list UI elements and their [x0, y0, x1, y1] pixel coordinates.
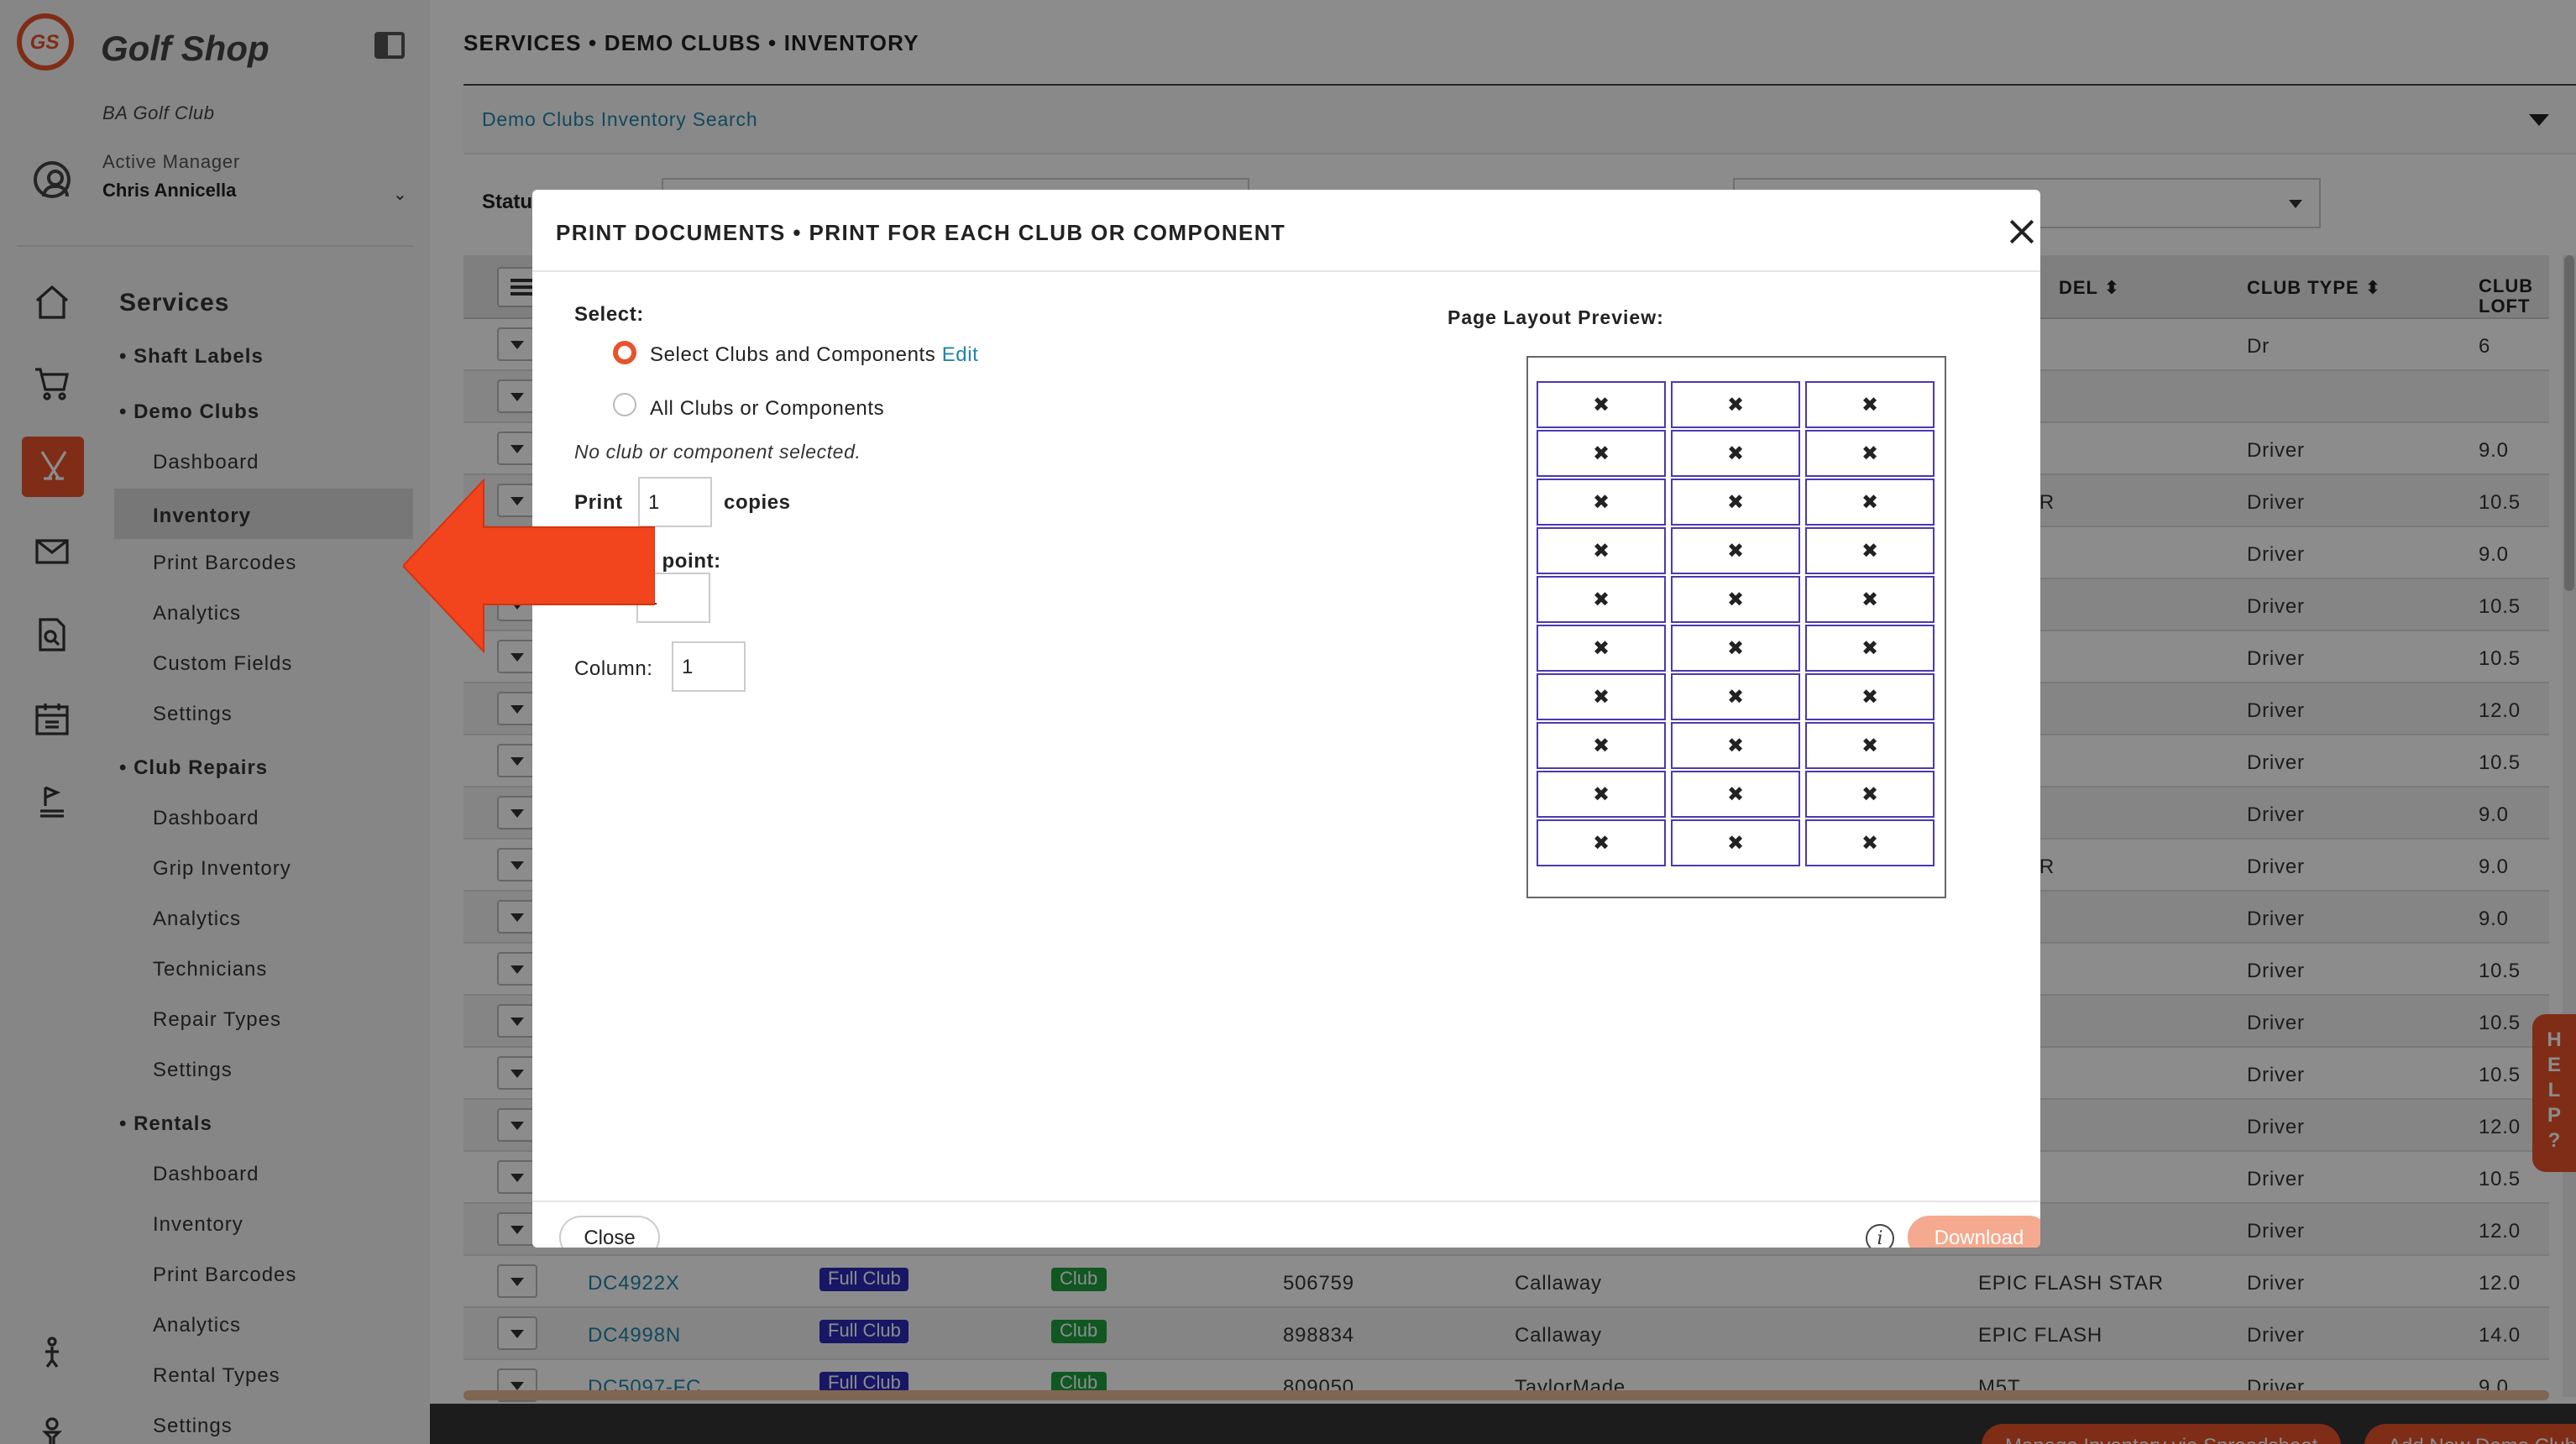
label-slot-x-icon[interactable]: ✖: [1671, 527, 1800, 574]
label-slot-x-icon[interactable]: ✖: [1805, 722, 1935, 769]
label-slot-x-icon[interactable]: ✖: [1671, 722, 1800, 769]
label-slot-x-icon[interactable]: ✖: [1805, 527, 1935, 574]
column-input[interactable]: [672, 641, 746, 692]
label-slot-x-icon[interactable]: ✖: [1671, 673, 1800, 720]
radio-all-clubs[interactable]: [613, 393, 636, 416]
label-slot-x-icon[interactable]: ✖: [1537, 381, 1666, 428]
label-slot-x-icon[interactable]: ✖: [1537, 625, 1666, 672]
label-slot-x-icon[interactable]: ✖: [1537, 673, 1666, 720]
label-slot-x-icon[interactable]: ✖: [1537, 479, 1666, 526]
radio-select-clubs-label[interactable]: Select Clubs and Components Edit: [650, 343, 978, 366]
close-icon[interactable]: [2010, 220, 2034, 243]
label-slot-x-icon[interactable]: ✖: [1805, 625, 1935, 672]
column-label: Column:: [574, 657, 653, 680]
app-root: GS Golf Shop BA Golf Club Active Manager…: [0, 0, 2576, 1444]
label-slot-x-icon[interactable]: ✖: [1537, 722, 1666, 769]
label-slot-x-icon[interactable]: ✖: [1805, 771, 1935, 818]
label-slot-x-icon[interactable]: ✖: [1805, 576, 1935, 623]
radio-select-clubs[interactable]: [613, 341, 636, 364]
label-slot-x-icon[interactable]: ✖: [1805, 479, 1935, 526]
label-slot-x-icon[interactable]: ✖: [1671, 381, 1800, 428]
label-slot-x-icon[interactable]: ✖: [1671, 430, 1800, 477]
label-slot-x-icon[interactable]: ✖: [1805, 381, 1935, 428]
preview-label: Page Layout Preview:: [1448, 309, 1664, 329]
selection-note: No club or component selected.: [574, 443, 861, 463]
close-button[interactable]: Close: [559, 1216, 660, 1248]
label-slot-x-icon[interactable]: ✖: [1671, 479, 1800, 526]
label-slot-x-icon[interactable]: ✖: [1671, 625, 1800, 672]
modal-footer-divider: [532, 1201, 2040, 1202]
label-slot-x-icon[interactable]: ✖: [1805, 819, 1935, 866]
radio-all-clubs-label[interactable]: All Clubs or Components: [650, 396, 884, 420]
label-slot-x-icon[interactable]: ✖: [1671, 576, 1800, 623]
modal-title: PRINT DOCUMENTS • PRINT FOR EACH CLUB OR…: [556, 220, 1286, 245]
edit-link[interactable]: Edit: [942, 343, 979, 366]
download-button[interactable]: Download: [1908, 1216, 2040, 1248]
select-label: Select:: [574, 302, 644, 326]
copies-label: copies: [724, 490, 791, 514]
label-slot-x-icon[interactable]: ✖: [1537, 527, 1666, 574]
modal-header-divider: [532, 270, 2040, 272]
page-layout-preview: ✖ ✖ ✖ ✖ ✖ ✖ ✖ ✖ ✖ ✖ ✖ ✖ ✖ ✖ ✖ ✖ ✖ ✖ ✖ ✖ ✖ ✖ ✖ ✖ ✖ ✖ ✖ ✖ ✖ ✖: [1526, 356, 1946, 898]
label-slot-x-icon[interactable]: ✖: [1671, 771, 1800, 818]
label-slot-x-icon[interactable]: ✖: [1537, 771, 1666, 818]
label-slot-x-icon[interactable]: ✖: [1537, 576, 1666, 623]
label-slot-x-icon[interactable]: ✖: [1671, 819, 1800, 866]
print-documents-modal: PRINT DOCUMENTS • PRINT FOR EACH CLUB OR…: [532, 190, 2040, 1248]
info-icon[interactable]: i: [1866, 1224, 1894, 1248]
label-slot-x-icon[interactable]: ✖: [1537, 819, 1666, 866]
label-slot-x-icon[interactable]: ✖: [1805, 430, 1935, 477]
label-slot-x-icon[interactable]: ✖: [1537, 430, 1666, 477]
label-slot-x-icon[interactable]: ✖: [1805, 673, 1935, 720]
pointer-arrow-icon: [403, 478, 655, 654]
